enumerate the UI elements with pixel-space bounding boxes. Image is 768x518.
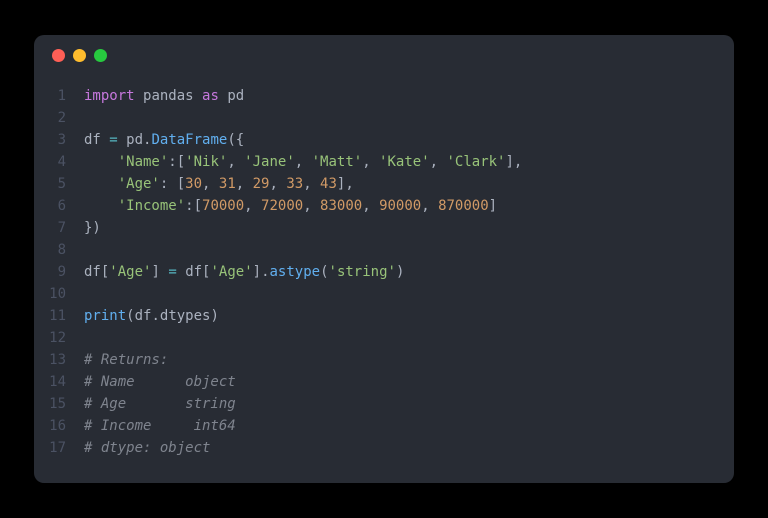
line-number: 17 (34, 437, 84, 459)
code-line: 8 (34, 239, 734, 261)
code-content: print(df.dtypes) (84, 305, 219, 327)
line-number: 2 (34, 107, 84, 129)
code-content (84, 239, 92, 261)
code-content (84, 327, 92, 349)
code-line: 5 'Age': [30, 31, 29, 33, 43], (34, 173, 734, 195)
line-number: 1 (34, 85, 84, 107)
code-line: 10 (34, 283, 734, 305)
line-number: 12 (34, 327, 84, 349)
line-number: 4 (34, 151, 84, 173)
code-content: # Returns: (84, 349, 168, 371)
line-number: 6 (34, 195, 84, 217)
code-content: df = pd.DataFrame({ (84, 129, 244, 151)
code-editor: 1import pandas as pd2 3df = pd.DataFrame… (34, 75, 734, 483)
line-number: 8 (34, 239, 84, 261)
code-line: 1import pandas as pd (34, 85, 734, 107)
code-line: 4 'Name':['Nik', 'Jane', 'Matt', 'Kate',… (34, 151, 734, 173)
line-number: 11 (34, 305, 84, 327)
code-line: 11print(df.dtypes) (34, 305, 734, 327)
code-line: 3df = pd.DataFrame({ (34, 129, 734, 151)
line-number: 14 (34, 371, 84, 393)
line-number: 13 (34, 349, 84, 371)
code-content: # Name object (84, 371, 236, 393)
close-icon[interactable] (52, 49, 65, 62)
minimize-icon[interactable] (73, 49, 86, 62)
line-number: 15 (34, 393, 84, 415)
code-content: 'Income':[70000, 72000, 83000, 90000, 87… (84, 195, 497, 217)
line-number: 5 (34, 173, 84, 195)
code-line: 6 'Income':[70000, 72000, 83000, 90000, … (34, 195, 734, 217)
code-line: 7}) (34, 217, 734, 239)
code-content: df['Age'] = df['Age'].astype('string') (84, 261, 404, 283)
code-content: 'Age': [30, 31, 29, 33, 43], (84, 173, 354, 195)
code-line: 16# Income int64 (34, 415, 734, 437)
line-number: 16 (34, 415, 84, 437)
code-content: # dtype: object (84, 437, 210, 459)
code-line: 17# dtype: object (34, 437, 734, 459)
code-line: 15# Age string (34, 393, 734, 415)
line-number: 3 (34, 129, 84, 151)
code-line: 2 (34, 107, 734, 129)
code-window: 1import pandas as pd2 3df = pd.DataFrame… (34, 35, 734, 483)
code-content: # Age string (84, 393, 236, 415)
code-content: }) (84, 217, 101, 239)
code-line: 13# Returns: (34, 349, 734, 371)
maximize-icon[interactable] (94, 49, 107, 62)
line-number: 9 (34, 261, 84, 283)
code-content: # Income int64 (84, 415, 236, 437)
code-content: import pandas as pd (84, 85, 244, 107)
code-content: 'Name':['Nik', 'Jane', 'Matt', 'Kate', '… (84, 151, 522, 173)
line-number: 7 (34, 217, 84, 239)
window-titlebar (34, 35, 734, 75)
code-content (84, 107, 92, 129)
code-content (84, 283, 92, 305)
code-line: 12 (34, 327, 734, 349)
code-line: 9df['Age'] = df['Age'].astype('string') (34, 261, 734, 283)
line-number: 10 (34, 283, 84, 305)
code-line: 14# Name object (34, 371, 734, 393)
